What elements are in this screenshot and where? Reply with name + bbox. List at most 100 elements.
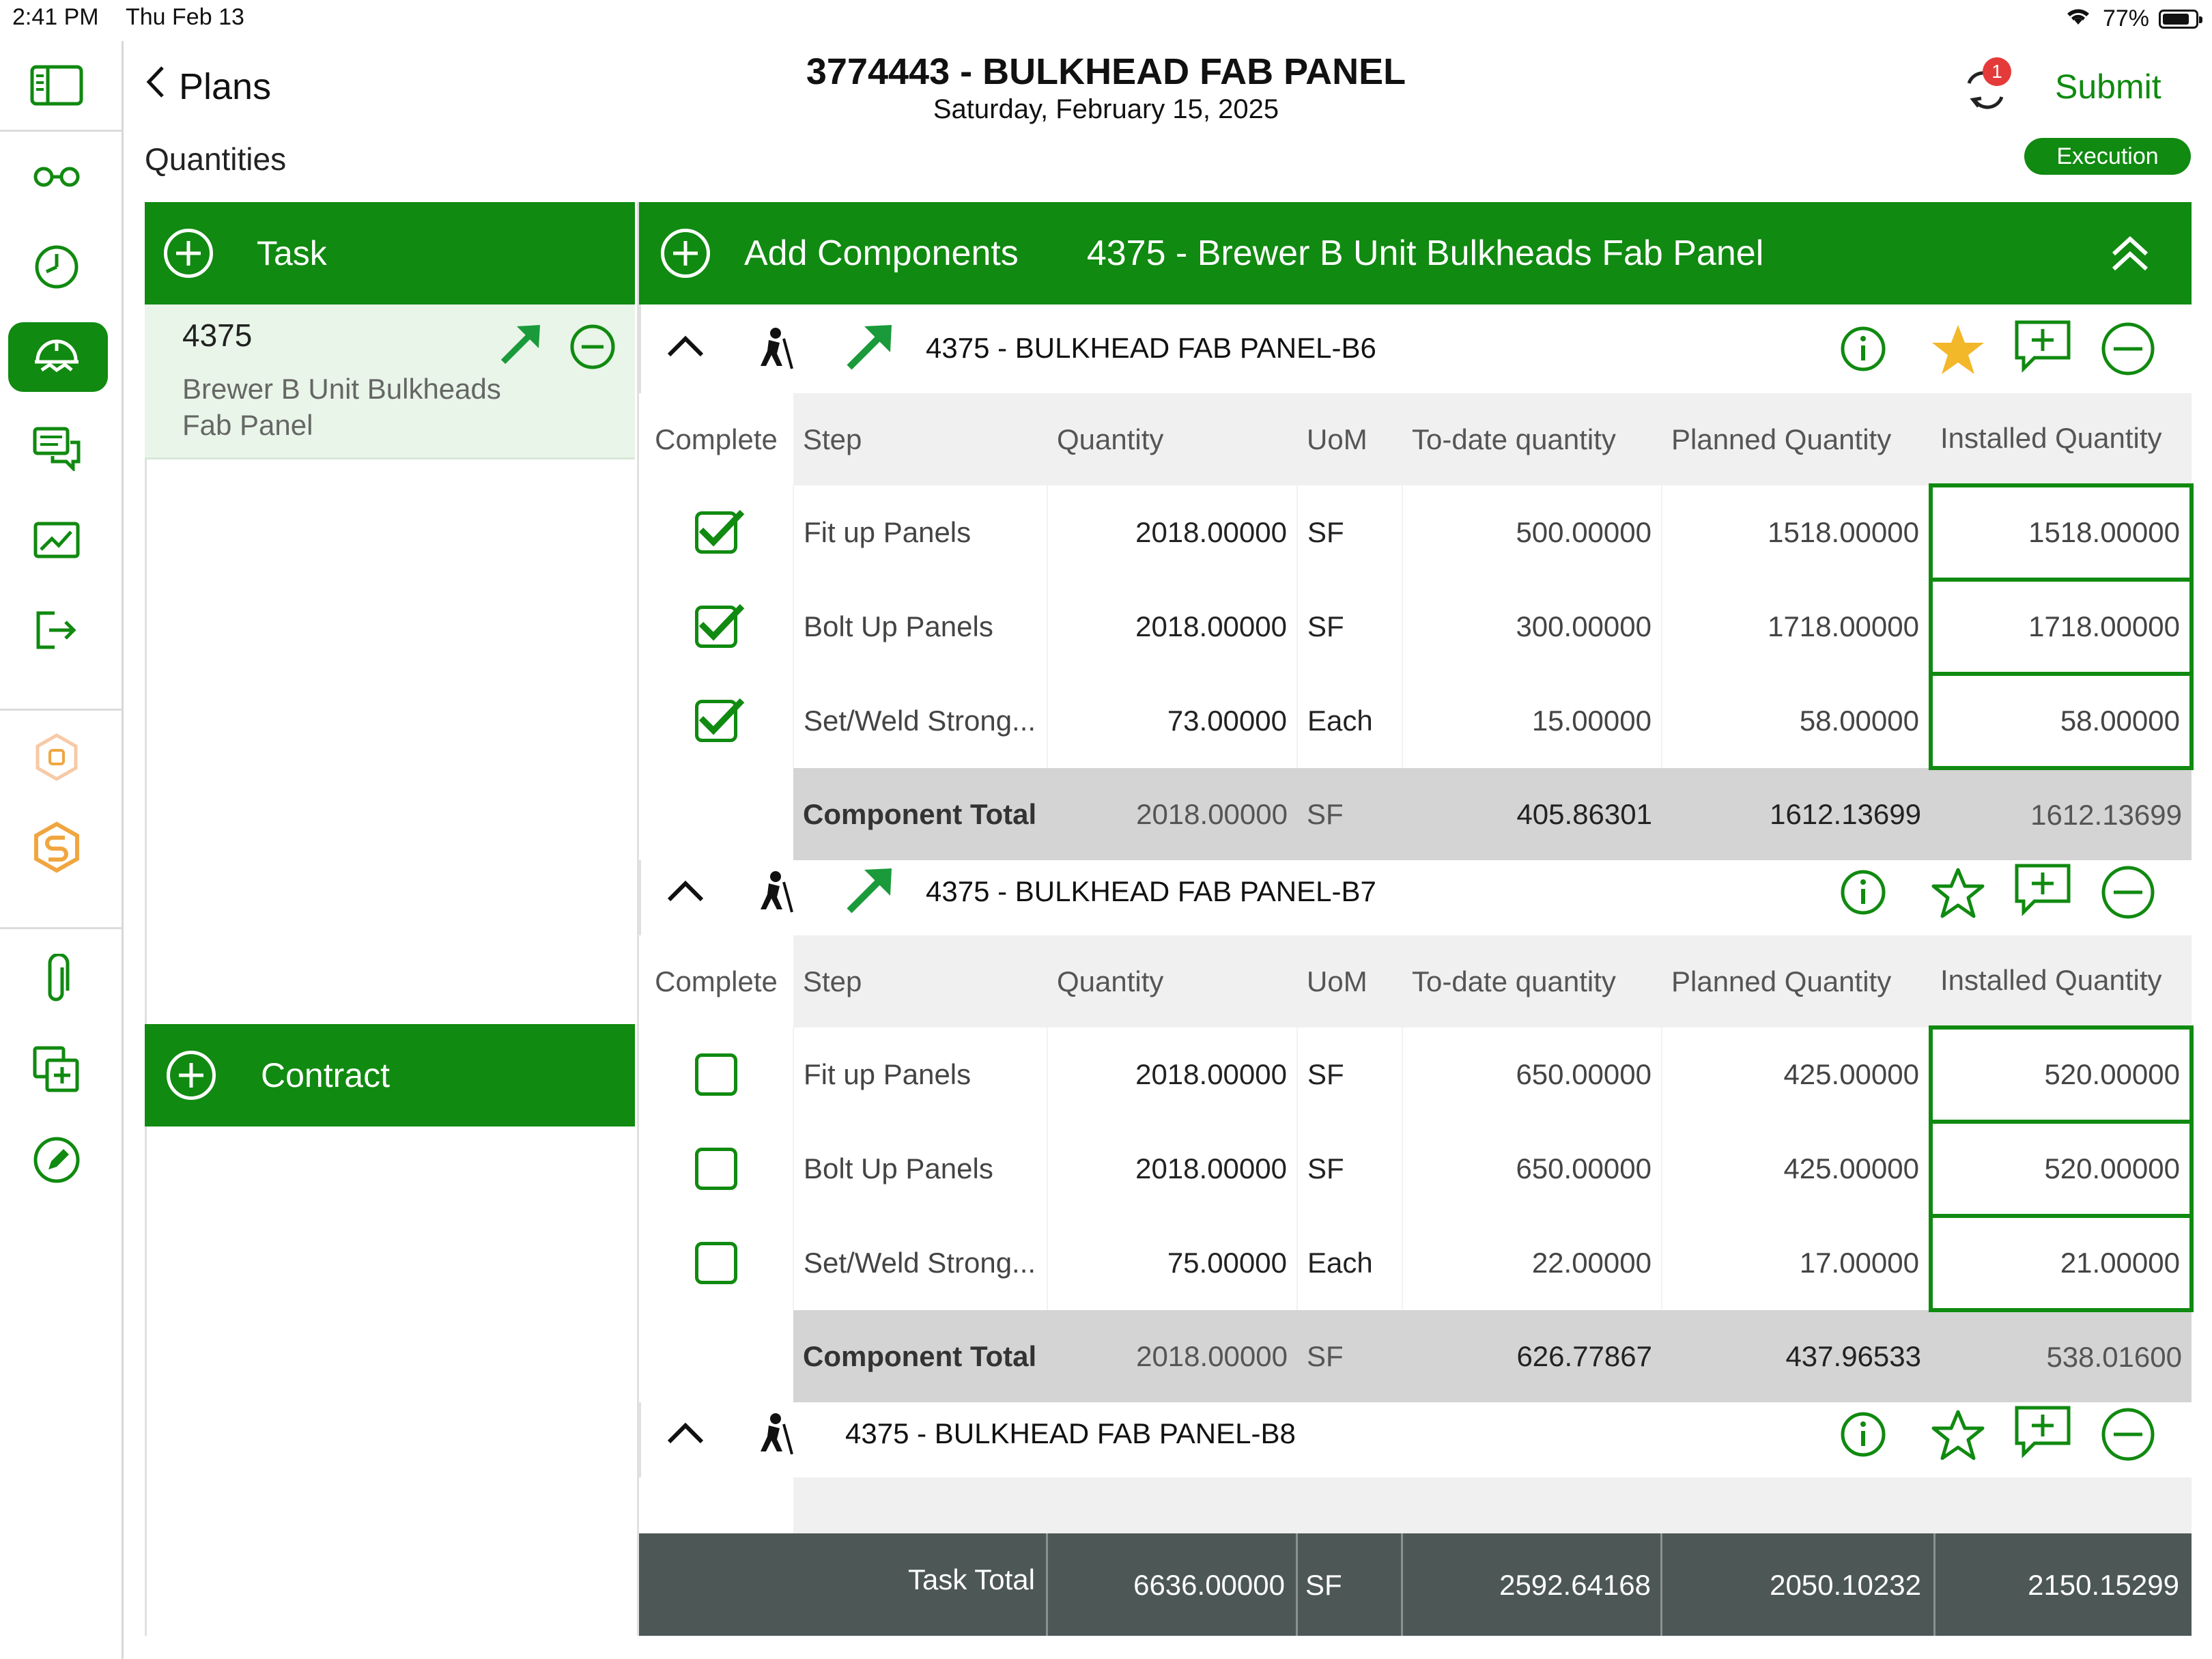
uom-cell: SF xyxy=(1296,485,1402,580)
remove-component-icon[interactable] xyxy=(2100,864,2156,924)
worker-icon xyxy=(748,325,796,376)
task-total-label: Task Total xyxy=(908,1563,1035,1596)
quantity-cell: 73.00000 xyxy=(1047,674,1297,768)
complete-checkbox-unchecked[interactable] xyxy=(694,1242,737,1284)
task-total-uom: SF xyxy=(1305,1569,1342,1601)
task-header-label: Task xyxy=(257,234,327,272)
battery-percent: 77% xyxy=(2102,5,2149,31)
complete-checkbox-checked[interactable] xyxy=(694,604,744,648)
todate-cell: 650.00000 xyxy=(1402,1122,1662,1216)
star-outline-icon[interactable] xyxy=(1929,866,1987,924)
complete-checkbox-checked[interactable] xyxy=(694,698,744,742)
col-quantity: Quantity xyxy=(1047,935,1297,1027)
paperclip-icon[interactable] xyxy=(26,949,87,1010)
contract-header-label: Contract xyxy=(261,1056,390,1094)
task-list-item[interactable]: 4375 Brewer B Unit Bulkheads Fab Panel xyxy=(145,304,635,459)
logout-icon[interactable] xyxy=(26,599,87,661)
step-cell: Set/Weld Strong... xyxy=(793,674,1047,768)
complete-checkbox-unchecked[interactable] xyxy=(694,1148,737,1190)
add-components-icon[interactable] xyxy=(661,229,710,278)
planned-cell: 425.00000 xyxy=(1661,1027,1931,1122)
arrow-up-right-icon[interactable] xyxy=(842,320,897,378)
hardhat-icon[interactable] xyxy=(26,326,87,388)
col-todate: To-date quantity xyxy=(1402,393,1662,485)
todate-cell: 500.00000 xyxy=(1402,485,1662,580)
chevron-up-icon[interactable] xyxy=(666,335,705,361)
task-total-planned: 2050.10232 xyxy=(1770,1569,1921,1601)
remove-task-icon[interactable] xyxy=(569,324,616,373)
component-header: 4375 - BULKHEAD FAB PANEL-B6 xyxy=(639,304,2192,393)
add-comment-icon[interactable] xyxy=(2013,1404,2073,1463)
col-uom: UoM xyxy=(1297,935,1402,1027)
collapse-all-icon[interactable] xyxy=(2110,235,2151,282)
planned-cell: 17.00000 xyxy=(1661,1216,1931,1310)
components-header: Add Components 4375 - Brewer B Unit Bulk… xyxy=(639,202,2192,304)
add-components-label[interactable]: Add Components xyxy=(744,233,1019,274)
todate-cell: 650.00000 xyxy=(1402,1027,1662,1122)
quantity-cell: 2018.00000 xyxy=(1047,1027,1297,1122)
sync-button[interactable]: 1 xyxy=(1959,57,2014,117)
installed-quantity-input[interactable]: 21.00000 xyxy=(1929,1214,2194,1312)
step-cell: Set/Weld Strong... xyxy=(793,1216,1047,1310)
battery-icon xyxy=(2159,9,2202,29)
page-title: 3774443 - BULKHEAD FAB PANEL xyxy=(806,51,1406,92)
todate-cell: 300.00000 xyxy=(1402,580,1662,674)
complete-checkbox-unchecked[interactable] xyxy=(694,1053,737,1096)
star-filled-icon[interactable] xyxy=(1929,322,1987,380)
status-time: 2:41 PM xyxy=(12,4,99,30)
complete-checkbox-checked[interactable] xyxy=(694,509,744,554)
arrow-up-right-icon[interactable] xyxy=(842,863,897,921)
task-total-bar: Task Total 6636.00000 SF 2592.64168 2050… xyxy=(639,1533,2192,1636)
todate-cell: 15.00000 xyxy=(1402,674,1662,768)
step-cell: Bolt Up Panels xyxy=(793,1122,1047,1216)
table-row: Set/Weld Strong... 75.00000 Each 22.0000… xyxy=(639,1214,2194,1312)
col-todate: To-date quantity xyxy=(1402,935,1662,1027)
uom-cell: SF xyxy=(1296,580,1402,674)
uom-cell: Each xyxy=(1296,674,1402,768)
table-row: Bolt Up Panels 2018.00000 SF 650.00000 4… xyxy=(639,1120,2194,1218)
info-icon[interactable] xyxy=(1839,868,1887,920)
status-date: Thu Feb 13 xyxy=(126,4,244,30)
task-total-quantity: 6636.00000 xyxy=(1133,1569,1285,1601)
installed-quantity-input[interactable]: 1718.00000 xyxy=(1929,578,2194,676)
col-quantity: Quantity xyxy=(1047,393,1297,485)
installed-quantity-input[interactable]: 58.00000 xyxy=(1929,672,2194,770)
add-comment-icon[interactable] xyxy=(2013,862,2073,921)
add-contract-icon[interactable] xyxy=(167,1051,216,1100)
submit-button[interactable]: Submit xyxy=(2055,67,2161,107)
chart-icon[interactable] xyxy=(26,509,87,571)
glasses-icon[interactable] xyxy=(26,146,87,208)
star-outline-icon[interactable] xyxy=(1929,1408,1987,1466)
status-indicators: 77% xyxy=(2063,4,2202,33)
chevron-up-icon[interactable] xyxy=(666,879,705,906)
col-complete: Complete xyxy=(639,393,793,485)
badge-app-icon[interactable] xyxy=(26,726,87,788)
remove-component-icon[interactable] xyxy=(2100,1406,2156,1466)
add-copy-icon[interactable] xyxy=(26,1039,87,1101)
component-title: 4375 - BULKHEAD FAB PANEL-B6 xyxy=(926,332,1376,364)
add-comment-icon[interactable] xyxy=(2013,318,2073,378)
chat-icon[interactable] xyxy=(26,418,87,479)
remove-component-icon[interactable] xyxy=(2100,321,2156,380)
step-cell: Bolt Up Panels xyxy=(793,580,1047,674)
component-header: 4375 - BULKHEAD FAB PANEL-B8 xyxy=(639,1389,2192,1477)
planned-cell: 58.00000 xyxy=(1661,674,1931,768)
installed-quantity-input[interactable]: 1518.00000 xyxy=(1929,483,2194,582)
chevron-up-icon[interactable] xyxy=(666,1421,705,1448)
arrow-up-right-icon[interactable] xyxy=(496,320,545,372)
info-icon[interactable] xyxy=(1839,325,1887,376)
sync-count-badge: 1 xyxy=(1983,57,2011,86)
todate-cell: 22.00000 xyxy=(1402,1216,1662,1310)
planned-cell: 1718.00000 xyxy=(1661,580,1931,674)
info-icon[interactable] xyxy=(1839,1410,1887,1462)
clock-icon[interactable] xyxy=(26,236,87,298)
uom-cell: SF xyxy=(1296,1027,1402,1122)
installed-quantity-input[interactable]: 520.00000 xyxy=(1929,1120,2194,1218)
col-complete: Complete xyxy=(639,935,793,1027)
table-header-row: Complete Step Quantity UoM To-date quant… xyxy=(639,393,2192,485)
table-row: Set/Weld Strong... 73.00000 Each 15.0000… xyxy=(639,672,2194,770)
add-task-icon[interactable] xyxy=(164,229,213,278)
hexagon-s-icon[interactable] xyxy=(26,817,87,878)
edit-circle-icon[interactable] xyxy=(26,1129,87,1191)
installed-quantity-input[interactable]: 520.00000 xyxy=(1929,1025,2194,1124)
